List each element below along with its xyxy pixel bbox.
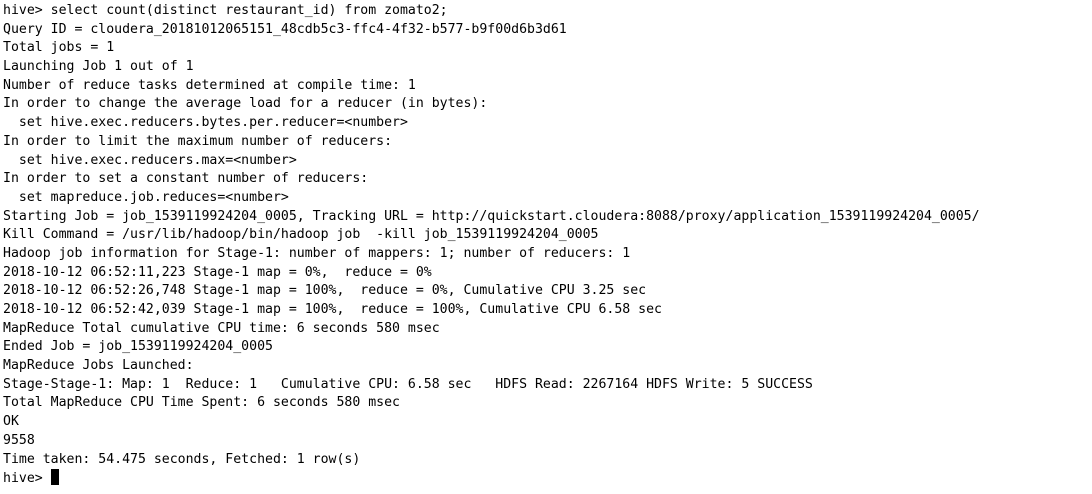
terminal-line-hint-max-reducers: In order to limit the maximum number of … (3, 133, 393, 149)
terminal-line-set-job-reduces: set mapreduce.job.reduces=<number> (3, 189, 289, 205)
terminal-line-hint-avg-load: In order to change the average load for … (3, 96, 488, 112)
terminal-line-ended-job: Ended Job = job_1539119924204_0005 (3, 339, 273, 355)
terminal-line-set-reducers-max: set hive.exec.reducers.max=<number> (3, 152, 297, 168)
terminal-line-reduce-tasks: Number of reduce tasks determined at com… (3, 77, 416, 93)
terminal-line-progress-3: 2018-10-12 06:52:42,039 Stage-1 map = 10… (3, 302, 662, 317)
terminal-window[interactable]: hive> select count(distinct restaurant_i… (0, 0, 1092, 494)
terminal-line-stage-summary: Stage-Stage-1: Map: 1 Reduce: 1 Cumulati… (3, 376, 813, 392)
terminal-line-result: 9558 (3, 432, 35, 448)
terminal-prompt-line[interactable]: hive> (3, 469, 1092, 488)
terminal-line-job-information: Hadoop job information for Stage-1: numb… (3, 245, 631, 261)
prompt-label: hive> (3, 471, 51, 487)
text-cursor[interactable] (50, 469, 59, 486)
terminal-line-hint-constant-reducers: In order to set a constant number of red… (3, 171, 369, 187)
terminal-line-total-jobs: Total jobs = 1 (3, 40, 115, 56)
terminal-line-jobs-launched: MapReduce Jobs Launched: (3, 358, 194, 374)
terminal-line-query: hive> select count(distinct restaurant_i… (3, 3, 448, 18)
terminal-line-ok: OK (3, 414, 19, 430)
terminal-line-cumulative-cpu: MapReduce Total cumulative CPU time: 6 s… (3, 320, 440, 336)
terminal-line-total-cpu-time: Total MapReduce CPU Time Spent: 6 second… (3, 395, 400, 411)
terminal-line-progress-2: 2018-10-12 06:52:26,748 Stage-1 map = 10… (3, 283, 647, 299)
terminal-line-set-bytes-per-reducer: set hive.exec.reducers.bytes.per.reducer… (3, 115, 408, 131)
terminal-line-progress-1: 2018-10-12 06:52:11,223 Stage-1 map = 0%… (3, 264, 432, 280)
terminal-line-time-taken: Time taken: 54.475 seconds, Fetched: 1 r… (3, 451, 361, 467)
terminal-line-query-id: Query ID = cloudera_20181012065151_48cdb… (3, 21, 567, 37)
terminal-line-launching-job: Launching Job 1 out of 1 (3, 59, 194, 75)
terminal-line-starting-job: Starting Job = job_1539119924204_0005, T… (3, 208, 980, 224)
terminal-line-kill-command: Kill Command = /usr/lib/hadoop/bin/hadoo… (3, 227, 599, 243)
